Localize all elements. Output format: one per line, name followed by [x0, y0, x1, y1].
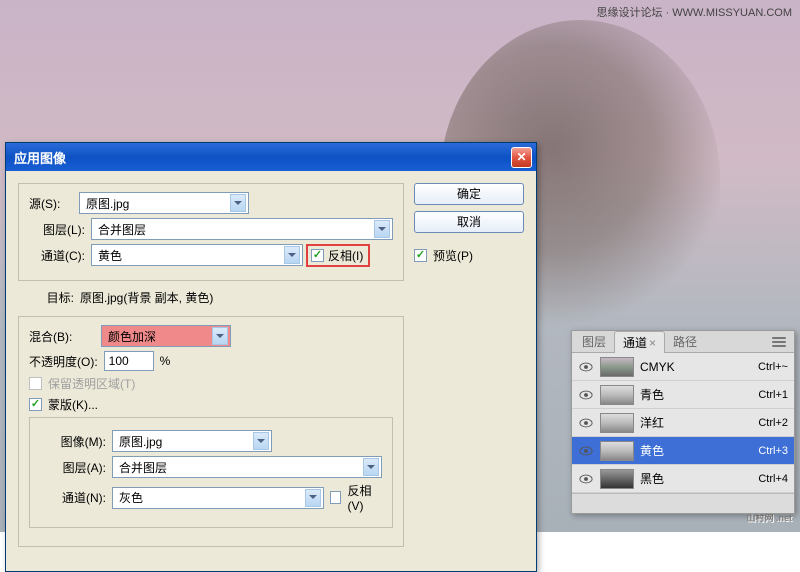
channel-row[interactable]: 黄色 Ctrl+3: [572, 437, 794, 465]
tab-paths[interactable]: 路径: [665, 331, 705, 352]
channel-shortcut: Ctrl+2: [758, 417, 788, 429]
mask-label: 蒙版(K)...: [48, 396, 98, 413]
visibility-toggle[interactable]: [578, 390, 594, 400]
layer-label: 图层(L):: [29, 221, 85, 238]
mask-invert-checkbox[interactable]: [330, 491, 341, 504]
layer-select[interactable]: 合并图层: [91, 218, 393, 240]
visibility-toggle[interactable]: [578, 474, 594, 484]
visibility-toggle[interactable]: [578, 446, 594, 456]
channel-list: CMYK Ctrl+~ 青色 Ctrl+1 洋红 Ctrl+2 黄色 Ctrl+3 黑色 Ctrl…: [572, 353, 794, 493]
channel-row[interactable]: 黑色 Ctrl+4: [572, 465, 794, 493]
mask-layer-label: 图层(A):: [40, 459, 106, 476]
panel-footer: [572, 493, 794, 513]
mask-image-value: 原图.jpg: [119, 433, 162, 450]
channel-shortcut: Ctrl+3: [758, 445, 788, 457]
channel-thumbnail: [600, 385, 634, 405]
dropdown-arrow-icon: [305, 489, 321, 507]
layer-value: 合并图层: [98, 221, 146, 238]
opacity-label: 不透明度(O):: [29, 353, 98, 370]
channel-thumbnail: [600, 413, 634, 433]
opacity-input[interactable]: [104, 351, 154, 371]
blending-fieldset: 混合(B): 颜色加深 不透明度(O): % 保留透明区域(T) 蒙版(K).: [18, 316, 404, 547]
invert-highlight: 反相(I): [309, 247, 367, 264]
channel-row[interactable]: 青色 Ctrl+1: [572, 381, 794, 409]
percent-label: %: [160, 354, 171, 368]
mask-layer-value: 合并图层: [119, 459, 167, 476]
dialog-title: 应用图像: [14, 148, 511, 167]
tab-layers[interactable]: 图层: [574, 331, 614, 352]
eye-icon: [579, 418, 593, 428]
close-button[interactable]: ✕: [511, 147, 532, 168]
titlebar[interactable]: 应用图像 ✕: [6, 143, 536, 171]
eye-icon: [579, 390, 593, 400]
blend-select[interactable]: 颜色加深: [101, 325, 231, 347]
target-label: 目标:: [18, 289, 74, 306]
channel-name: 青色: [640, 386, 752, 403]
channel-shortcut: Ctrl+~: [758, 361, 788, 373]
dropdown-arrow-icon: [253, 432, 269, 450]
channels-panel: 图层 通道× 路径 CMYK Ctrl+~ 青色 Ctrl+1 洋红 Ctrl+2 黄色 Ct…: [571, 330, 795, 514]
eye-icon: [579, 446, 593, 456]
cancel-button[interactable]: 取消: [414, 211, 524, 233]
channel-label: 通道(C):: [29, 247, 85, 264]
preserve-transparency-checkbox: [29, 377, 42, 390]
invert-checkbox[interactable]: [311, 249, 324, 262]
invert-label: 反相(I): [328, 247, 363, 264]
preserve-label: 保留透明区域(T): [48, 375, 135, 392]
channel-name: 洋红: [640, 414, 752, 431]
visibility-toggle[interactable]: [578, 418, 594, 428]
mask-channel-select[interactable]: 灰色: [112, 487, 324, 509]
channel-shortcut: Ctrl+1: [758, 389, 788, 401]
mask-channel-label: 通道(N):: [40, 489, 106, 506]
channel-row[interactable]: CMYK Ctrl+~: [572, 353, 794, 381]
mask-fieldset: 图像(M): 原图.jpg 图层(A): 合并图层 通道(N):: [29, 417, 393, 528]
dropdown-arrow-icon: [363, 458, 379, 476]
ok-button[interactable]: 确定: [414, 183, 524, 205]
channel-name: 黄色: [640, 442, 752, 459]
dropdown-arrow-icon: [212, 327, 228, 345]
preview-checkbox[interactable]: [414, 249, 427, 262]
mask-layer-select[interactable]: 合并图层: [112, 456, 382, 478]
mask-checkbox[interactable]: [29, 398, 42, 411]
apply-image-dialog: 应用图像 ✕ 源(S): 原图.jpg 图层(L): 合并图层: [5, 142, 537, 572]
channel-select[interactable]: 黄色: [91, 244, 303, 266]
tab-close-icon[interactable]: ×: [649, 336, 656, 350]
channel-name: 黑色: [640, 470, 752, 487]
panel-tabs: 图层 通道× 路径: [572, 331, 794, 353]
dropdown-arrow-icon: [374, 220, 390, 238]
mask-channel-value: 灰色: [119, 489, 143, 506]
source-value: 原图.jpg: [86, 195, 129, 212]
target-value: 原图.jpg(背景 副本, 黄色): [80, 289, 213, 306]
blend-label: 混合(B):: [29, 328, 95, 345]
dropdown-arrow-icon: [284, 246, 300, 264]
source-fieldset: 源(S): 原图.jpg 图层(L): 合并图层 通道(C): 黄色: [18, 183, 404, 281]
source-legend: 源(S):: [29, 195, 73, 212]
channel-name: CMYK: [640, 360, 752, 374]
blend-value: 颜色加深: [108, 328, 156, 345]
dropdown-arrow-icon: [230, 194, 246, 212]
mask-image-label: 图像(M):: [40, 433, 106, 450]
tab-channels[interactable]: 通道×: [614, 331, 665, 353]
channel-thumbnail: [600, 357, 634, 377]
channel-row[interactable]: 洋红 Ctrl+2: [572, 409, 794, 437]
channel-shortcut: Ctrl+4: [758, 473, 788, 485]
visibility-toggle[interactable]: [578, 362, 594, 372]
source-select[interactable]: 原图.jpg: [79, 192, 249, 214]
mask-invert-label: 反相(V): [347, 482, 382, 513]
eye-icon: [579, 474, 593, 484]
channel-thumbnail: [600, 469, 634, 489]
preview-label: 预览(P): [433, 247, 473, 264]
channel-value: 黄色: [98, 247, 122, 264]
watermark-top: 思缘设计论坛 · WWW.MISSYUAN.COM: [596, 4, 792, 20]
mask-image-select[interactable]: 原图.jpg: [112, 430, 272, 452]
eye-icon: [579, 362, 593, 372]
panel-menu-icon[interactable]: [766, 335, 792, 349]
channel-thumbnail: [600, 441, 634, 461]
